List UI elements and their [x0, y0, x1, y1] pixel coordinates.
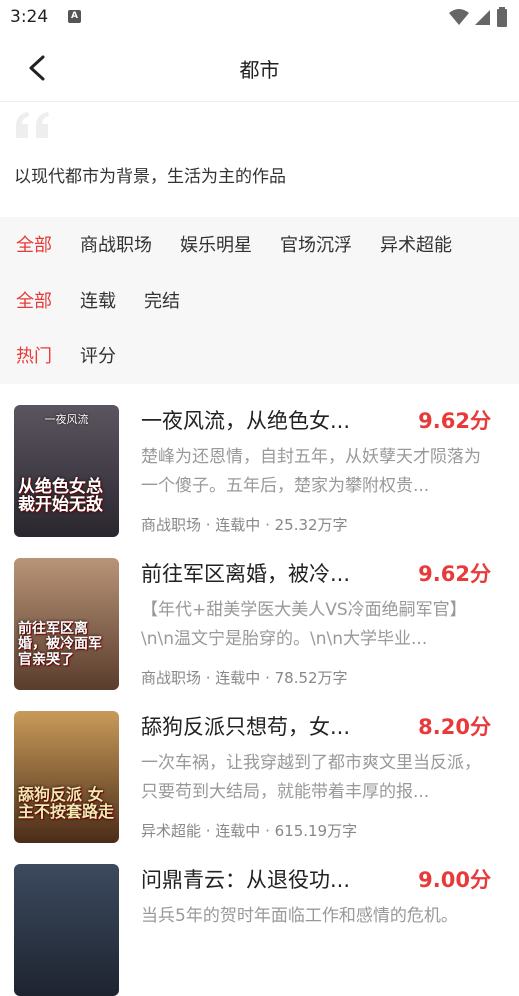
notification-a-icon: A — [68, 10, 81, 23]
book-score: 9.00分 — [418, 868, 491, 892]
book-cover — [14, 864, 119, 996]
category-intro: 以现代都市为背景，生活为主的作品 — [0, 102, 519, 217]
wifi-icon — [449, 9, 469, 25]
filter-panel: 全部 商战职场 娱乐明星 官场沉浮 异术超能 全部 连载 完结 热门 评分 — [0, 217, 519, 384]
book-title: 舔狗反派只想苟，女... — [141, 715, 351, 739]
book-item[interactable]: 一夜风流 从绝色女总裁开始无敌 一夜风流，从绝色女... 9.62分 楚峰为还恩… — [0, 383, 519, 537]
quote-icon — [16, 112, 49, 138]
book-item[interactable]: 舔狗反派 女主不按套路走 舔狗反派只想苟，女... 8.20分 一次车祸，让我穿… — [0, 689, 519, 843]
book-item[interactable]: 前往军区离婚，被冷面军官亲哭了 前往军区离婚，被冷... 9.62分 【年代+甜… — [0, 536, 519, 690]
status-time: 3:24 — [10, 7, 49, 27]
book-summary: 一次车祸，让我穿越到了都市爽文里当反派，只要苟到大结局，就能带着丰厚的报... — [141, 753, 481, 802]
system-icons — [449, 7, 507, 27]
category-description: 以现代都市为背景，生活为主的作品 — [14, 167, 286, 187]
book-meta: 商战职场 · 连载中 · 25.32万字 — [141, 516, 348, 534]
cover-title-text: 从绝色女总裁开始无敌 — [18, 476, 103, 516]
filter-category-officialdom[interactable]: 官场沉浮 — [280, 231, 352, 257]
filter-row-sort: 热门 评分 — [16, 342, 144, 368]
filter-category-business[interactable]: 商战职场 — [80, 231, 152, 257]
book-item[interactable]: 问鼎青云：从退役功... 9.00分 当兵5年的贺时年面临工作和感情的危机。 — [0, 842, 519, 996]
filter-category-all[interactable]: 全部 — [16, 231, 52, 257]
book-score: 9.62分 — [418, 562, 491, 586]
app-bar: 都市 — [0, 34, 519, 102]
book-score: 9.62分 — [418, 409, 491, 433]
book-score: 8.20分 — [418, 715, 491, 739]
book-title: 前往军区离婚，被冷... — [141, 562, 351, 586]
filter-category-entertainment[interactable]: 娱乐明星 — [180, 231, 252, 257]
battery-icon — [497, 7, 507, 27]
filter-status-completed[interactable]: 完结 — [144, 287, 180, 313]
sort-rating[interactable]: 评分 — [80, 342, 116, 368]
sort-hot[interactable]: 热门 — [16, 342, 52, 368]
filter-category-supernatural[interactable]: 异术超能 — [380, 231, 452, 257]
book-summary: 【年代+甜美学医大美人VS冷面绝嗣军官】\n\n温文宁是胎穿的。\n\n大学毕业… — [141, 600, 467, 649]
filter-status-all[interactable]: 全部 — [16, 287, 52, 313]
book-cover: 舔狗反派 女主不按套路走 — [14, 711, 119, 843]
book-cover: 前往军区离婚，被冷面军官亲哭了 — [14, 558, 119, 690]
cover-top-text: 一夜风流 — [44, 413, 89, 426]
filter-row-category: 全部 商战职场 娱乐明星 官场沉浮 异术超能 — [16, 231, 480, 257]
book-title: 问鼎青云：从退役功... — [141, 868, 351, 892]
filter-row-status: 全部 连载 完结 — [16, 287, 208, 313]
book-list: 一夜风流 从绝色女总裁开始无敌 一夜风流，从绝色女... 9.62分 楚峰为还恩… — [0, 383, 519, 996]
book-title: 一夜风流，从绝色女... — [141, 409, 351, 433]
book-cover: 一夜风流 从绝色女总裁开始无敌 — [14, 405, 119, 537]
signal-icon — [475, 10, 490, 25]
filter-status-ongoing[interactable]: 连载 — [80, 287, 116, 313]
status-bar: 3:24 A — [0, 0, 519, 34]
book-summary: 当兵5年的贺时年面临工作和感情的危机。 — [141, 906, 458, 926]
book-summary: 楚峰为还恩情，自封五年，从妖孽天才陨落为一个傻子。五年后，楚家为攀附权贵... — [141, 447, 481, 496]
page-title: 都市 — [239, 58, 280, 82]
book-meta: 商战职场 · 连载中 · 78.52万字 — [141, 669, 348, 687]
cover-title-text: 舔狗反派 女主不按套路走 — [18, 784, 115, 822]
cover-title-text: 前往军区离婚，被冷面军官亲哭了 — [18, 620, 102, 668]
book-meta: 异术超能 · 连载中 · 615.19万字 — [141, 822, 358, 840]
